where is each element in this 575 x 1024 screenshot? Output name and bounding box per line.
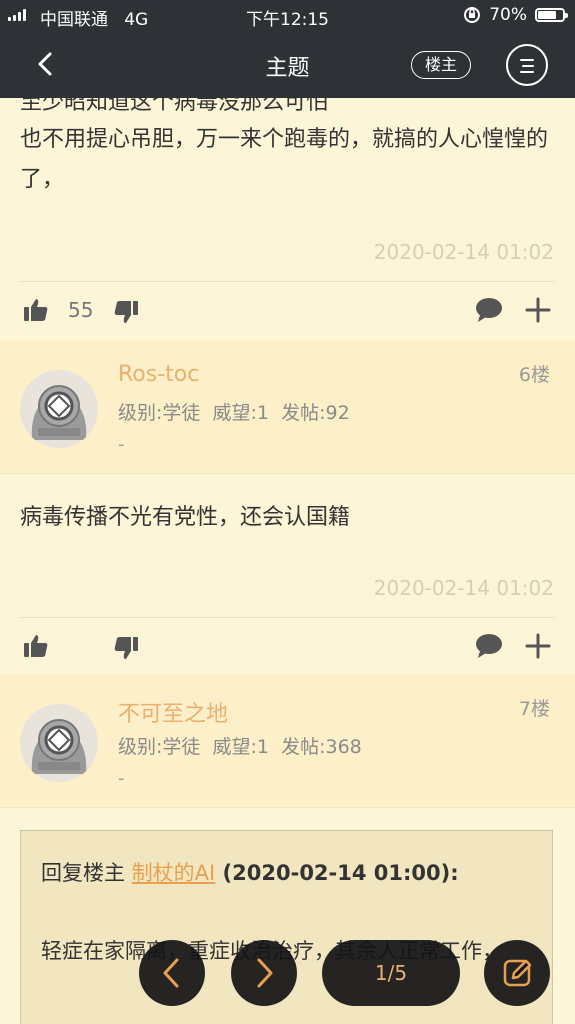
like-button[interactable] xyxy=(22,632,50,660)
author-row-7: 不可至之地 7楼 级别:学徒 威望:1 发帖:368 - xyxy=(0,674,575,808)
dislike-button[interactable] xyxy=(112,634,140,662)
dislike-button[interactable] xyxy=(112,298,140,326)
like-count: 55 xyxy=(68,298,94,322)
post-text: 病毒传播不光有党性，还会认国籍 xyxy=(20,505,351,530)
author-row-6: Ros-toc 6楼 级别:学徒 威望:1 发帖:92 - xyxy=(0,340,575,474)
page-title: 主题 xyxy=(265,56,310,81)
user-meta: 级别:学徒 威望:1 发帖:92 xyxy=(118,402,350,424)
chevron-left-icon xyxy=(163,958,179,988)
nav-bar: 主题 楼主 xyxy=(0,32,575,98)
battery-icon xyxy=(535,8,568,22)
floor-number: 7楼 xyxy=(518,698,550,720)
post-timestamp: 2020-02-14 01:02 xyxy=(373,240,554,264)
chevron-right-icon xyxy=(257,958,273,988)
post-timestamp: 2020-02-14 01:02 xyxy=(373,576,554,600)
prev-page-button[interactable] xyxy=(139,940,205,1006)
like-button[interactable] xyxy=(22,296,50,324)
floor-number: 6楼 xyxy=(518,364,550,386)
rotation-lock-icon xyxy=(464,7,481,23)
username[interactable]: Ros-toc xyxy=(118,362,199,387)
divider xyxy=(20,617,555,618)
only-op-button[interactable]: 楼主 xyxy=(411,51,471,79)
diving-helmet-icon xyxy=(20,704,98,782)
more-button[interactable] xyxy=(524,632,552,660)
status-bar: 中国联通 4G 下午12:15 70% xyxy=(0,0,575,32)
diving-helmet-icon xyxy=(20,370,98,448)
post-text: 也不用提心吊胆，万一来个跑毒的，就搞的人心惶惶的了， xyxy=(20,127,549,192)
username[interactable]: 不可至之地 xyxy=(118,696,228,728)
quote-header: 回复楼主 制杖的AI (2020-02-14 01:00): xyxy=(41,861,459,885)
reply-button[interactable] xyxy=(484,940,550,1006)
quoted-user-link[interactable]: 制杖的AI xyxy=(132,861,216,885)
post-text-cut: 至少昭知道这个病毒没那么可怕 xyxy=(20,98,329,115)
post-floor-6: 病毒传播不光有党性，还会认国籍 2020-02-14 01:02 xyxy=(0,474,575,674)
signature: - xyxy=(118,768,125,789)
avatar[interactable] xyxy=(20,370,98,448)
divider xyxy=(20,281,555,282)
battery-percent: 70% xyxy=(489,5,527,25)
more-button[interactable] xyxy=(524,296,552,324)
post-actions: 55 xyxy=(0,296,575,336)
edit-icon xyxy=(503,959,532,987)
signature: - xyxy=(118,434,125,455)
next-page-button[interactable] xyxy=(231,940,297,1006)
comment-button[interactable] xyxy=(474,296,504,324)
post-floor-5-tail: 至少昭知道这个病毒没那么可怕 也不用提心吊胆，万一来个跑毒的，就搞的人心惶惶的了… xyxy=(0,98,575,340)
avatar[interactable] xyxy=(20,704,98,782)
post-actions xyxy=(0,632,575,672)
user-meta: 级别:学徒 威望:1 发帖:368 xyxy=(118,736,362,758)
comment-button[interactable] xyxy=(474,632,504,660)
menu-button[interactable] xyxy=(506,44,548,86)
page-indicator[interactable]: 1/5 xyxy=(322,940,460,1006)
